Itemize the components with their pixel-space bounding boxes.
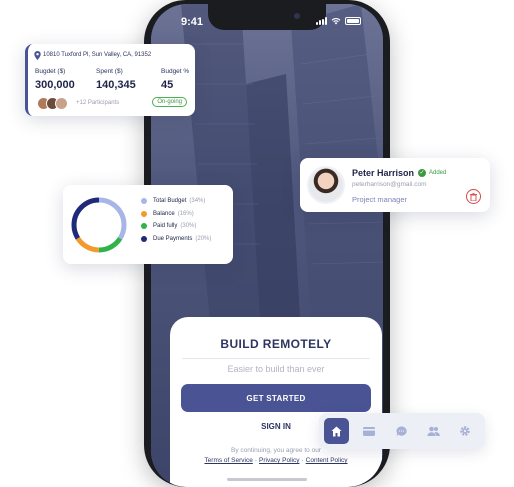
participant-avatars: [37, 97, 68, 110]
status-time: 9:41: [181, 16, 204, 28]
legal-links: Terms of Service · Privacy Policy · Content …: [204, 457, 348, 464]
spent-label: Spent ($): [96, 68, 123, 75]
status-badge: On-going: [152, 97, 187, 107]
location-pin-icon: [34, 51, 41, 60]
settings-icon: [460, 426, 471, 436]
budget-percent-value: 45: [161, 79, 174, 91]
home-indicator: [227, 478, 307, 481]
status-icons: [316, 17, 361, 25]
nav-messages[interactable]: [388, 418, 413, 444]
chart-legend: Total Budget (34%) Balance (16%) Paid full…: [141, 195, 211, 245]
onboarding-sheet: BUILD REMOTELY Easier to build than ever…: [170, 317, 382, 487]
avatar: [307, 166, 345, 204]
home-icon: [331, 426, 342, 436]
legend-item-due-payments: Due Payments (20%): [141, 233, 211, 246]
terms-link[interactable]: Terms of Service: [204, 457, 252, 464]
privacy-link[interactable]: Privacy Policy: [259, 457, 299, 464]
bottom-nav: [319, 413, 485, 449]
check-icon: ✓: [418, 169, 426, 177]
legend-item-paid-fully: Paid fully (30%): [141, 220, 211, 233]
onboarding-subtitle: Easier to build than ever: [222, 364, 330, 374]
team-member-card[interactable]: Peter Harrison ✓ Added peterharrison@gmai…: [300, 158, 490, 212]
participants-count: +12 Participants: [76, 100, 120, 106]
member-role: Project manager: [352, 195, 408, 204]
people-icon: [427, 426, 440, 436]
wifi-icon: [331, 18, 341, 25]
budget-percent-label: Budget %: [161, 68, 190, 75]
budget-label: Bugdet ($): [35, 68, 66, 75]
nav-team[interactable]: [421, 418, 446, 444]
get-started-button[interactable]: GET STARTED: [181, 384, 371, 412]
signal-icon: [316, 17, 327, 25]
legend-item-balance: Balance (16%): [141, 208, 211, 221]
added-badge: ✓ Added: [418, 169, 447, 177]
chat-icon: [395, 425, 407, 436]
nav-home[interactable]: [324, 418, 350, 444]
member-name: Peter Harrison: [352, 168, 415, 178]
member-email: peterharrison@gmail.com: [352, 181, 427, 188]
card-icon: [362, 426, 375, 436]
nav-payments[interactable]: [356, 418, 381, 444]
avatar: [55, 97, 68, 110]
budget-donut-chart: [71, 197, 127, 253]
budget-breakdown-card: Total Budget (34%) Balance (16%) Paid full…: [63, 185, 233, 264]
stage: 9:41 BUILD REMOTELY Easier to build than…: [0, 0, 514, 487]
delete-member-button[interactable]: [466, 189, 481, 204]
onboarding-title: BUILD REMOTELY: [220, 337, 332, 351]
content-policy-link[interactable]: Content Policy: [306, 457, 348, 464]
spent-value: 140,345: [96, 79, 136, 91]
trash-icon: [470, 192, 477, 201]
budget-value: 300,000: [35, 79, 75, 91]
legend-item-total-budget: Total Budget (34%): [141, 195, 211, 208]
nav-settings[interactable]: [453, 418, 478, 444]
battery-icon: [345, 17, 361, 25]
project-card[interactable]: 10810 Tuxford Pl, Sun Valley, CA, 91352 …: [25, 44, 195, 116]
phone-notch: [208, 4, 326, 30]
project-address: 10810 Tuxford Pl, Sun Valley, CA, 91352: [43, 52, 152, 58]
